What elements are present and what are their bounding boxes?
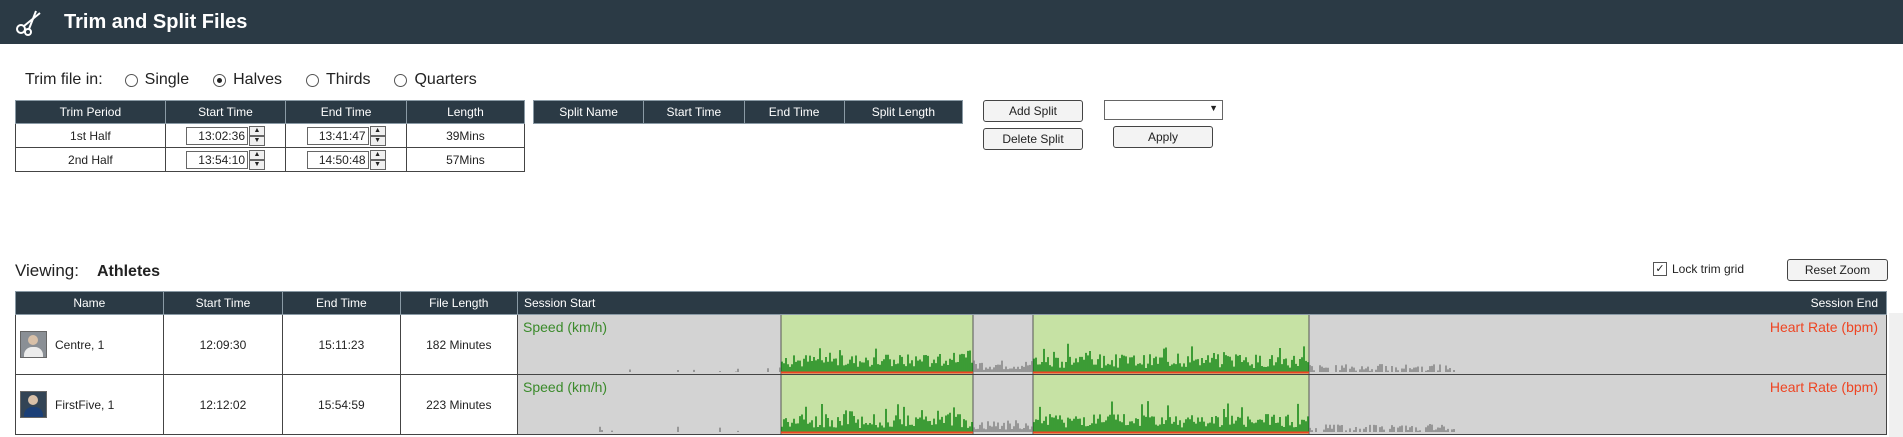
end-time-cell: 13:41:47 ▲ ▼ bbox=[285, 123, 407, 148]
radio-dot[interactable] bbox=[306, 73, 320, 87]
lock-checkbox[interactable]: ✓ bbox=[1653, 262, 1667, 276]
vertical-scrollbar[interactable] bbox=[1889, 313, 1903, 437]
end-time-input[interactable]: 13:41:47 bbox=[306, 126, 369, 145]
col-header: Start Time bbox=[162, 291, 284, 315]
file-length-cell: 223 Minutes bbox=[399, 374, 519, 435]
col-header: Trim Period bbox=[15, 100, 166, 124]
start-time-input[interactable]: 13:02:36 bbox=[186, 126, 248, 145]
start-time-input[interactable]: 13:54:10 bbox=[186, 150, 248, 169]
apply-button[interactable]: Apply bbox=[1113, 126, 1213, 148]
trim-period-cell: 1st Half bbox=[15, 123, 166, 148]
avatar bbox=[20, 391, 47, 418]
spin-down-icon[interactable]: ▼ bbox=[369, 135, 386, 146]
radio-thirds[interactable]: Thirds bbox=[306, 71, 370, 89]
speed-label: Speed (km/h) bbox=[523, 379, 608, 395]
split-table: Split Name Start Time End Time Split Len… bbox=[532, 100, 964, 124]
session-chart-cell[interactable]: Speed (km/h) Heart Rate (bpm) bbox=[517, 374, 1887, 435]
col-header: Start Time bbox=[164, 100, 287, 124]
trim-label: Trim file in: bbox=[25, 71, 103, 88]
col-header: Start Time bbox=[643, 100, 745, 124]
col-header: Split Name bbox=[532, 100, 645, 124]
name-cell: FirstFive, 1 bbox=[15, 374, 164, 435]
trim-period-table: Trim Period Start Time End Time Length 1… bbox=[15, 100, 526, 172]
spin-up-icon[interactable]: ▲ bbox=[369, 149, 386, 160]
file-length-cell: 182 Minutes bbox=[399, 314, 519, 375]
radio-halves[interactable]: Halves bbox=[213, 71, 282, 89]
time-spinner[interactable]: ▲ ▼ bbox=[369, 125, 386, 146]
session-chart-cell[interactable]: Speed (km/h) Heart Rate (bpm) bbox=[517, 314, 1887, 375]
radio-quarters[interactable]: Quarters bbox=[394, 71, 477, 89]
spin-up-icon[interactable]: ▲ bbox=[369, 125, 386, 136]
session-end-label: Session End bbox=[1810, 296, 1878, 310]
trim-options: Trim file in: Single Halves Thirds Quart… bbox=[25, 71, 501, 89]
reset-zoom-button[interactable]: Reset Zoom bbox=[1787, 259, 1888, 281]
avatar bbox=[20, 331, 47, 358]
lock-trim-grid[interactable]: ✓ Lock trim grid bbox=[1653, 262, 1744, 276]
radio-label: Halves bbox=[233, 71, 283, 88]
end-time-cell: 14:50:48 ▲ ▼ bbox=[285, 147, 407, 172]
chevron-down-icon[interactable]: ▼ bbox=[1209, 103, 1218, 113]
radio-label: Single bbox=[144, 71, 190, 88]
radio-dot[interactable] bbox=[394, 73, 408, 87]
athlete-name: FirstFive, 1 bbox=[55, 397, 115, 412]
table-row[interactable]: Centre, 1 12:09:30 15:11:23 182 Minutes … bbox=[15, 314, 1887, 375]
title-bar: Trim and Split Files bbox=[0, 0, 1903, 44]
add-split-button[interactable]: Add Split bbox=[983, 100, 1083, 122]
spin-up-icon[interactable]: ▲ bbox=[249, 125, 265, 136]
heart-rate-label: Heart Rate (bpm) bbox=[1769, 319, 1878, 335]
heart-rate-label: Heart Rate (bpm) bbox=[1769, 379, 1878, 395]
col-header: Split Length bbox=[843, 100, 964, 124]
col-header: File Length bbox=[399, 291, 519, 315]
col-header: Length bbox=[405, 100, 526, 124]
col-header: End Time bbox=[743, 100, 845, 124]
radio-dot[interactable] bbox=[124, 73, 138, 87]
page-title: Trim and Split Files bbox=[64, 10, 248, 33]
athlete-name: Centre, 1 bbox=[55, 337, 105, 352]
time-spinner[interactable]: ▲ ▼ bbox=[369, 149, 386, 170]
start-time-cell: 13:54:10 ▲ ▼ bbox=[164, 147, 287, 172]
speed-label: Speed (km/h) bbox=[523, 319, 608, 335]
session-start-label: Session Start bbox=[524, 296, 596, 310]
start-time-cell: 12:12:02 bbox=[162, 374, 284, 435]
table-row: 1st Half 13:02:36 ▲ ▼ 13:41:47 ▲ ▼ 39Mins bbox=[15, 123, 526, 148]
table-row[interactable]: FirstFive, 1 12:12:02 15:54:59 223 Minut… bbox=[15, 374, 1887, 435]
viewing-label: Viewing: bbox=[15, 261, 79, 280]
spin-down-icon[interactable]: ▼ bbox=[249, 159, 265, 170]
viewing-value[interactable]: Athletes bbox=[97, 263, 160, 280]
start-time-cell: 13:02:36 ▲ ▼ bbox=[164, 123, 287, 148]
radio-dot[interactable] bbox=[213, 73, 227, 87]
end-time-cell: 15:54:59 bbox=[282, 374, 401, 435]
trim-period-cell: 2nd Half bbox=[15, 147, 166, 172]
length-cell: 57Mins bbox=[405, 147, 526, 172]
spin-down-icon[interactable]: ▼ bbox=[369, 159, 386, 170]
time-spinner[interactable]: ▲ ▼ bbox=[249, 149, 265, 170]
name-cell: Centre, 1 bbox=[15, 314, 164, 375]
time-spinner[interactable]: ▲ ▼ bbox=[249, 125, 265, 146]
table-row: 2nd Half 13:54:10 ▲ ▼ 14:50:48 ▲ ▼ 57Mins bbox=[15, 147, 526, 172]
viewing-row: Viewing: Athletes bbox=[15, 261, 160, 281]
spin-up-icon[interactable]: ▲ bbox=[249, 149, 265, 160]
length-cell: 39Mins bbox=[405, 123, 526, 148]
col-header: End Time bbox=[285, 100, 407, 124]
session-header: Session Start Session End bbox=[517, 291, 1887, 315]
col-header: End Time bbox=[282, 291, 401, 315]
radio-single[interactable]: Single bbox=[124, 71, 190, 89]
delete-split-button[interactable]: Delete Split bbox=[983, 128, 1083, 150]
radio-label: Quarters bbox=[414, 71, 477, 88]
athletes-table: Name Start Time End Time File Length Ses… bbox=[15, 291, 1887, 435]
lock-label: Lock trim grid bbox=[1672, 262, 1745, 276]
start-time-cell: 12:09:30 bbox=[162, 314, 284, 375]
scissors-icon bbox=[16, 10, 41, 36]
spin-down-icon[interactable]: ▼ bbox=[249, 135, 265, 146]
session-chart[interactable] bbox=[518, 315, 1886, 374]
session-chart[interactable] bbox=[518, 375, 1886, 434]
radio-label: Thirds bbox=[326, 71, 371, 88]
end-time-input[interactable]: 14:50:48 bbox=[306, 150, 369, 169]
end-time-cell: 15:11:23 bbox=[282, 314, 401, 375]
col-header: Name bbox=[15, 291, 164, 315]
split-dropdown[interactable]: ▼ bbox=[1104, 100, 1223, 120]
